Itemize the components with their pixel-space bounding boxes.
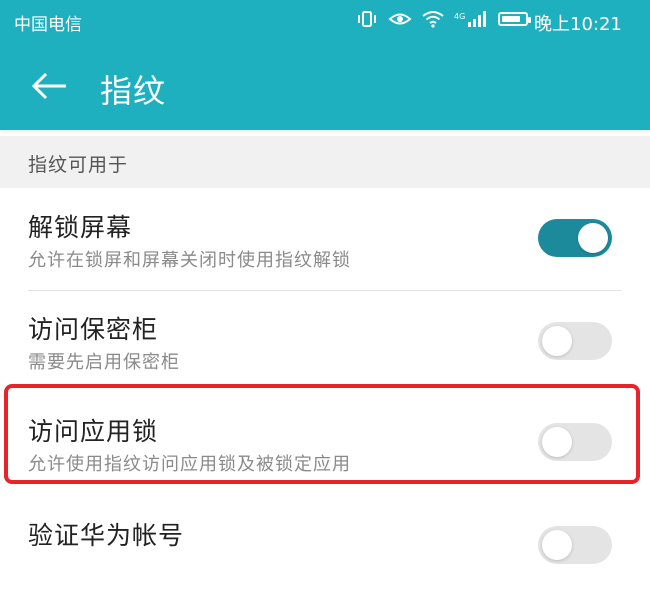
setting-unlock-screen[interactable]: 解锁屏幕 允许在锁屏和屏幕关闭时使用指纹解锁 xyxy=(0,188,650,288)
divider xyxy=(28,290,622,291)
toggle-knob xyxy=(542,326,572,356)
vibrate-icon xyxy=(356,10,378,28)
setting-subtitle: 允许使用指纹访问应用锁及被锁定应用 xyxy=(28,454,351,475)
setting-subtitle: 允许在锁屏和屏幕关闭时使用指纹解锁 xyxy=(28,250,351,271)
setting-title: 验证华为帐号 xyxy=(28,521,185,550)
back-button[interactable] xyxy=(28,68,72,104)
arrow-left-icon xyxy=(31,72,66,100)
wifi-icon xyxy=(422,10,444,28)
toggle-knob xyxy=(578,223,608,253)
setting-huawei-account[interactable]: 验证华为帐号 xyxy=(0,498,650,598)
section-header-label: 指纹可用于 xyxy=(28,154,129,176)
battery-icon xyxy=(498,12,531,26)
app-bar: 指纹 xyxy=(0,44,650,130)
unlock-screen-toggle[interactable] xyxy=(538,219,612,257)
clock: 晚上10:21 xyxy=(534,14,622,35)
app-lock-toggle[interactable] xyxy=(538,423,612,461)
safe-box-toggle[interactable] xyxy=(538,322,612,360)
section-header: 指纹可用于 xyxy=(0,136,650,188)
battery-fill xyxy=(502,16,520,22)
page-title: 指纹 xyxy=(100,72,167,110)
eye-comfort-icon xyxy=(388,10,412,28)
toggle-knob xyxy=(542,530,572,560)
setting-title: 访问应用锁 xyxy=(28,417,159,446)
signal-icon: 4G xyxy=(454,10,488,28)
setting-title: 访问保密柜 xyxy=(28,315,159,344)
carrier-label: 中国电信 xyxy=(14,15,82,35)
setting-subtitle: 需要先启用保密柜 xyxy=(28,352,180,373)
status-icons: 4G xyxy=(356,10,531,28)
status-bar: 中国电信 4G 晚上10:21 xyxy=(0,0,650,44)
svg-text:4G: 4G xyxy=(454,12,465,21)
setting-title: 解锁屏幕 xyxy=(28,213,133,242)
huawei-account-toggle[interactable] xyxy=(538,526,612,564)
toggle-knob xyxy=(542,427,572,457)
setting-app-lock[interactable]: 访问应用锁 允许使用指纹访问应用锁及被锁定应用 xyxy=(0,386,650,486)
setting-safe-box[interactable]: 访问保密柜 需要先启用保密柜 xyxy=(0,292,650,392)
